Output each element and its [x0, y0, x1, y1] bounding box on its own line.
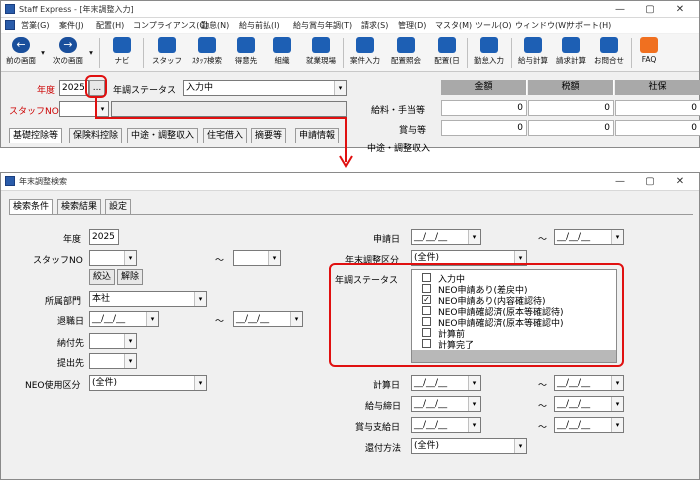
- chevron-down-icon: ▾: [611, 418, 623, 432]
- payee-select[interactable]: ▾: [89, 333, 137, 349]
- restore-icon[interactable]: ▢: [635, 174, 665, 189]
- tab-underline: [9, 214, 693, 215]
- submit-to-label: 提出先: [57, 359, 85, 369]
- chevron-down-icon: ▾: [611, 397, 623, 411]
- refund-method-select[interactable]: (全件) ▾: [411, 438, 527, 454]
- tab-settings[interactable]: 設定: [105, 199, 132, 214]
- chevron-down-icon: ▾: [611, 376, 623, 390]
- chevron-down-icon: ▾: [124, 251, 136, 265]
- chevron-down-icon: ▾: [611, 230, 623, 244]
- apply-date-from[interactable]: __/__/__ ▾: [411, 229, 481, 245]
- range-separator: ～: [538, 381, 548, 391]
- range-separator: ～: [215, 317, 225, 327]
- calc-date-label: 計算日: [373, 381, 401, 391]
- range-separator: ～: [215, 256, 225, 266]
- retire-date-label: 退職日: [57, 317, 85, 327]
- chevron-down-icon: ▾: [194, 292, 206, 306]
- pay-close-label: 給与締日: [365, 402, 402, 412]
- chevron-down-icon: ▾: [468, 230, 480, 244]
- year-label: 年度: [63, 235, 82, 245]
- chevron-down-icon: ▾: [468, 418, 480, 432]
- chevron-down-icon: ▾: [146, 312, 158, 326]
- dept-select[interactable]: 本社 ▾: [89, 291, 207, 307]
- retire-date-from[interactable]: __/__/__ ▾: [89, 311, 159, 327]
- year-input[interactable]: 2025: [89, 229, 119, 245]
- pay-close-to[interactable]: __/__/__ ▾: [554, 396, 624, 412]
- close-icon[interactable]: ✕: [665, 174, 695, 189]
- bonus-pay-from[interactable]: __/__/__ ▾: [411, 417, 481, 433]
- status-highlight: [329, 263, 624, 367]
- calc-date-to[interactable]: __/__/__ ▾: [554, 375, 624, 391]
- chevron-down-icon: ▾: [194, 376, 206, 390]
- staff-no-from-select[interactable]: ▾: [89, 250, 137, 266]
- search-app-icon: [5, 176, 15, 186]
- bonus-pay-to[interactable]: __/__/__ ▾: [554, 417, 624, 433]
- bonus-pay-label: 賞与支給日: [355, 423, 401, 433]
- chevron-down-icon: ▾: [514, 439, 526, 453]
- chevron-down-icon: ▾: [290, 312, 302, 326]
- apply-date-to[interactable]: __/__/__ ▾: [554, 229, 624, 245]
- submit-to-select[interactable]: ▾: [89, 353, 137, 369]
- chevron-down-icon: ▾: [268, 251, 280, 265]
- payee-label: 納付先: [57, 339, 85, 349]
- search-titlebar: 年末調整検索 — ▢ ✕: [1, 173, 699, 191]
- search-window-title: 年末調整検索: [19, 177, 67, 186]
- pay-close-from[interactable]: __/__/__ ▾: [411, 396, 481, 412]
- tab-search-results[interactable]: 検索結果: [57, 199, 102, 214]
- chevron-down-icon: ▾: [124, 354, 136, 368]
- range-separator: ～: [538, 402, 548, 412]
- connector-arrow: [95, 98, 353, 168]
- range-separator: ～: [538, 423, 548, 433]
- tab-search-conditions[interactable]: 検索条件: [9, 199, 54, 214]
- narrow-button[interactable]: 絞込: [89, 269, 115, 285]
- clear-button[interactable]: 解除: [117, 269, 143, 285]
- search-window: 年末調整検索 — ▢ ✕ 検索条件 検索結果 設定 年度 2025 スタッフNO…: [0, 172, 700, 480]
- chevron-down-icon: ▾: [124, 334, 136, 348]
- chevron-down-icon: ▾: [468, 397, 480, 411]
- apply-date-label: 申請日: [373, 235, 401, 245]
- retire-date-to[interactable]: __/__/__ ▾: [233, 311, 303, 327]
- dept-label: 所属部門: [45, 297, 82, 307]
- neo-kubun-select[interactable]: (全件) ▾: [89, 375, 207, 391]
- staff-no-label: スタッフNO: [33, 256, 83, 266]
- minimize-icon[interactable]: —: [605, 174, 635, 189]
- chevron-down-icon: ▾: [468, 376, 480, 390]
- neo-kubun-label: NEO使用区分: [25, 381, 81, 391]
- range-separator: ～: [538, 235, 548, 245]
- staff-no-to-select[interactable]: ▾: [233, 250, 281, 266]
- calc-date-from[interactable]: __/__/__ ▾: [411, 375, 481, 391]
- refund-method-label: 還付方法: [365, 444, 402, 454]
